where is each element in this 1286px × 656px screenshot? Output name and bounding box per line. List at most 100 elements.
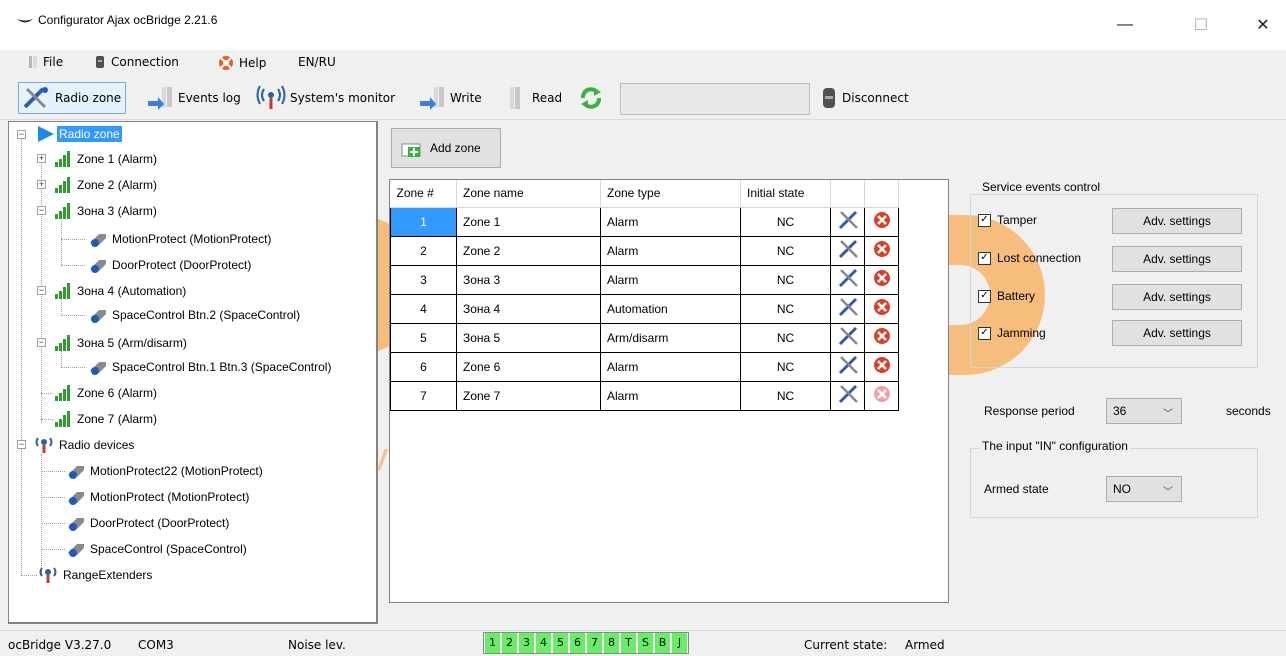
zone-number-cell[interactable]: 5	[390, 322, 457, 353]
initial-state-cell[interactable]: NC	[740, 380, 831, 411]
write-button[interactable]: Write	[418, 82, 482, 114]
table-row[interactable]: 5 Зона 5 Arm/disarm NC	[390, 322, 899, 353]
delete-zone-button[interactable]	[864, 235, 899, 266]
tamper-adv-settings-button[interactable]: Adv. settings	[1112, 208, 1242, 234]
col-zone-type[interactable]: Zone type	[600, 180, 741, 208]
zone-type-cell[interactable]: Alarm	[600, 380, 741, 411]
battery-adv-settings-button[interactable]: Adv. settings	[1112, 284, 1242, 310]
battery-checkbox[interactable]: ✓ Battery	[978, 289, 1035, 303]
edit-zone-button[interactable]	[830, 264, 865, 295]
minimize-button[interactable]: —	[1102, 0, 1148, 50]
edit-zone-button[interactable]	[830, 351, 865, 382]
zone-type-cell[interactable]: Alarm	[600, 264, 741, 295]
jamming-adv-settings-button[interactable]: Adv. settings	[1112, 320, 1242, 346]
tree-item-motionprotect22[interactable]: MotionProtect22 (MotionProtect)	[65, 460, 263, 482]
lost-connection-adv-settings-button[interactable]: Adv. settings	[1112, 246, 1242, 272]
collapse-zone3-icon[interactable]: −	[37, 206, 46, 215]
initial-state-cell[interactable]: NC	[740, 264, 831, 295]
col-zone-name[interactable]: Zone name	[456, 180, 601, 208]
zone-number-cell[interactable]: 2	[390, 235, 457, 266]
tree-item-zone-4[interactable]: Зона 4 (Automation)	[53, 280, 186, 302]
response-period-select[interactable]: 36 ﹀	[1106, 398, 1182, 424]
menu-file[interactable]: File	[28, 55, 63, 69]
zone-number-cell[interactable]: 7	[390, 380, 457, 411]
delete-zone-button[interactable]	[864, 293, 899, 324]
refresh-button[interactable]	[578, 82, 604, 114]
initial-state-cell[interactable]: NC	[740, 322, 831, 353]
tree-item-zone-1[interactable]: Zone 1 (Alarm)	[53, 148, 157, 170]
edit-zone-button[interactable]	[830, 206, 865, 237]
tree-item-motionprotect[interactable]: MotionProtect (MotionProtect)	[65, 486, 249, 508]
tree-item-doorprotect[interactable]: DoorProtect (DoorProtect)	[65, 512, 229, 534]
navigation-tree[interactable]: − Radio zone + Zone 1 (Alarm) + Zone 2 (…	[8, 121, 378, 624]
zone-number-cell[interactable]: 6	[390, 351, 457, 382]
lost-connection-checkbox[interactable]: ✓ Lost connection	[978, 251, 1081, 265]
initial-state-cell[interactable]: NC	[740, 293, 831, 324]
table-row[interactable]: 4 Зона 4 Automation NC	[390, 293, 899, 324]
tree-item-zone-3[interactable]: Зона 3 (Alarm)	[53, 200, 157, 222]
armed-state-select[interactable]: NO ﹀	[1106, 476, 1182, 502]
tree-item-spacecontrol[interactable]: SpaceControl (SpaceControl)	[65, 538, 247, 560]
menu-connection[interactable]: Connection	[94, 55, 179, 69]
zone-name-cell[interactable]: Zone 7	[456, 380, 601, 411]
menu-language[interactable]: EN/RU	[298, 55, 336, 69]
tree-item-radio-devices[interactable]: Radio devices	[33, 434, 134, 456]
tree-item-radio-zone[interactable]: Radio zone	[35, 123, 122, 145]
zone-name-cell[interactable]: Zone 1	[456, 206, 601, 237]
tree-item-zone-6[interactable]: Zone 6 (Alarm)	[53, 382, 157, 404]
initial-state-cell[interactable]: NC	[740, 235, 831, 266]
table-row[interactable]: 6 Zone 6 Alarm NC	[390, 351, 899, 382]
zone-number-cell[interactable]: 1	[390, 206, 457, 237]
tamper-checkbox[interactable]: ✓ Tamper	[978, 213, 1037, 227]
zone-number-cell[interactable]: 4	[390, 293, 457, 324]
delete-zone-button[interactable]	[864, 322, 899, 353]
table-row[interactable]: 1 Zone 1 Alarm NC	[390, 206, 899, 237]
expand-zone2-icon[interactable]: +	[37, 180, 46, 189]
zone-type-cell[interactable]: Alarm	[600, 206, 741, 237]
tree-item-doorprotect-device[interactable]: DoorProtect (DoorProtect)	[87, 254, 251, 276]
zone-name-cell[interactable]: Zone 6	[456, 351, 601, 382]
radio-zone-button[interactable]: Radio zone	[18, 82, 127, 114]
table-row[interactable]: 3 Зона 3 Alarm NC	[390, 264, 899, 295]
zone-type-cell[interactable]: Arm/disarm	[600, 322, 741, 353]
tree-item-range-extenders[interactable]: RangeExtenders	[37, 564, 152, 586]
expand-zone1-icon[interactable]: +	[37, 154, 46, 163]
edit-zone-button[interactable]	[830, 380, 865, 411]
delete-zone-button[interactable]	[864, 380, 899, 411]
menu-help[interactable]: Help	[218, 55, 266, 71]
tree-item-zone-5[interactable]: Зона 5 (Arm/disarm)	[53, 332, 187, 354]
edit-zone-button[interactable]	[830, 293, 865, 324]
collapse-zone5-icon[interactable]: −	[37, 338, 46, 347]
initial-state-cell[interactable]: NC	[740, 206, 831, 237]
events-log-button[interactable]: Events log	[146, 82, 241, 114]
col-initial-state[interactable]: Initial state	[740, 180, 831, 208]
zone-name-cell[interactable]: Zone 2	[456, 235, 601, 266]
delete-zone-button[interactable]	[864, 206, 899, 237]
disconnect-button[interactable]: Disconnect	[820, 82, 909, 114]
edit-zone-button[interactable]	[830, 235, 865, 266]
tree-item-zone-2[interactable]: Zone 2 (Alarm)	[53, 174, 157, 196]
jamming-checkbox[interactable]: ✓ Jamming	[978, 326, 1046, 340]
col-zone-number[interactable]: Zone #	[390, 180, 457, 208]
zone-name-cell[interactable]: Зона 4	[456, 293, 601, 324]
read-button[interactable]: Read	[500, 82, 562, 114]
zone-type-cell[interactable]: Alarm	[600, 235, 741, 266]
close-button[interactable]: ✕	[1240, 0, 1286, 50]
collapse-radio-zone-icon[interactable]: −	[17, 130, 26, 139]
table-row[interactable]: 2 Zone 2 Alarm NC	[390, 235, 899, 266]
systems-monitor-button[interactable]: System's monitor	[256, 82, 395, 114]
delete-zone-button[interactable]	[864, 351, 899, 382]
collapse-radio-devices-icon[interactable]: −	[17, 440, 26, 449]
zone-type-cell[interactable]: Alarm	[600, 351, 741, 382]
collapse-zone4-icon[interactable]: −	[37, 286, 46, 295]
tree-item-spacecontrol-btn2[interactable]: SpaceControl Btn.2 (SpaceControl)	[87, 304, 300, 326]
table-row[interactable]: 7 Zone 7 Alarm NC	[390, 380, 899, 411]
edit-zone-button[interactable]	[830, 322, 865, 353]
tree-item-zone-7[interactable]: Zone 7 (Alarm)	[53, 408, 157, 430]
delete-zone-button[interactable]	[864, 264, 899, 295]
zone-name-cell[interactable]: Зона 3	[456, 264, 601, 295]
zone-name-cell[interactable]: Зона 5	[456, 322, 601, 353]
initial-state-cell[interactable]: NC	[740, 351, 831, 382]
zone-number-cell[interactable]: 3	[390, 264, 457, 295]
zone-type-cell[interactable]: Automation	[600, 293, 741, 324]
